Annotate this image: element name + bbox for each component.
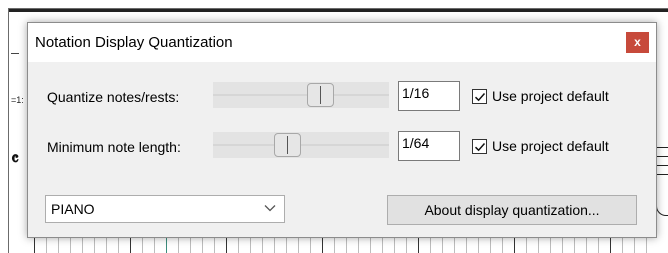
about-display-quantization-button[interactable]: About display quantization... — [387, 195, 637, 225]
minimum-use-default-checkbox[interactable]: Use project default — [472, 136, 609, 156]
screen: =1: 𝄴 Notation Display Quantization x Qu… — [0, 0, 668, 253]
ruler-tick — [154, 238, 155, 253]
quantize-notes-value[interactable]: 1/16 — [398, 81, 460, 111]
ruler-tick — [346, 238, 347, 253]
ruler-tick — [418, 238, 419, 253]
checkbox-label: Use project default — [492, 88, 609, 104]
chevron-down-icon — [264, 205, 276, 212]
close-button[interactable]: x — [626, 32, 649, 53]
ruler-tick — [34, 238, 35, 253]
dialog-titlebar[interactable]: Notation Display Quantization x — [28, 23, 656, 62]
timeline-ruler[interactable] — [30, 237, 650, 253]
slider-thumb[interactable] — [274, 133, 301, 157]
quantize-use-default-checkbox[interactable]: Use project default — [472, 86, 609, 106]
ruler-tick — [634, 238, 635, 253]
ruler-tick — [70, 238, 71, 253]
ruler-tick — [226, 238, 227, 253]
editor-side-text: =1: — [11, 95, 24, 105]
ruler-tick — [190, 238, 191, 253]
quantize-notes-slider[interactable] — [213, 82, 389, 108]
ruler-tick — [622, 238, 623, 253]
quantization-dialog: Notation Display Quantization x Quantize… — [27, 22, 657, 238]
minimum-length-slider[interactable] — [213, 132, 389, 158]
ruler-tick — [298, 238, 299, 253]
editor-top-border — [9, 9, 668, 12]
ruler-tick — [586, 238, 587, 253]
ruler-tick — [274, 238, 275, 253]
slider-track — [213, 94, 389, 96]
ruler-tick — [250, 238, 251, 253]
ruler-tick — [82, 238, 83, 253]
ruler-tick — [334, 238, 335, 253]
ruler-tick — [166, 238, 167, 253]
ruler-tick — [130, 238, 131, 253]
time-signature-glyph: 𝄴 — [11, 149, 20, 169]
ruler-tick — [142, 238, 143, 253]
ruler-tick — [406, 238, 407, 253]
ruler-tick — [490, 238, 491, 253]
dialog-title: Notation Display Quantization — [35, 34, 233, 51]
ruler-tick — [322, 238, 323, 253]
ruler-tick — [514, 238, 515, 253]
checkbox-box[interactable] — [472, 138, 487, 154]
ruler-tick — [58, 238, 59, 253]
ruler-tick — [562, 238, 563, 253]
ruler-tick — [178, 238, 179, 253]
slider-track — [213, 144, 389, 146]
ruler-tick — [394, 238, 395, 253]
minimum-length-label: Minimum note length: — [47, 139, 181, 155]
ruler-tick — [358, 238, 359, 253]
ruler-tick — [382, 238, 383, 253]
minimum-length-value[interactable]: 1/64 — [398, 131, 460, 161]
ruler-tick — [598, 238, 599, 253]
ruler-tick — [118, 238, 119, 253]
ruler-tick — [550, 238, 551, 253]
ruler-tick — [478, 238, 479, 253]
quantize-notes-label: Quantize notes/rests: — [47, 89, 180, 105]
checkbox-label: Use project default — [492, 138, 609, 154]
ruler-tick — [538, 238, 539, 253]
ruler-tick — [646, 238, 647, 253]
editor-left-dash — [11, 39, 19, 54]
ruler-tick — [454, 238, 455, 253]
ruler-tick — [526, 238, 527, 253]
ruler-tick — [238, 238, 239, 253]
ruler-tick — [106, 238, 107, 253]
ruler-tick — [202, 238, 203, 253]
ruler-tick — [286, 238, 287, 253]
checkmark-icon — [474, 142, 486, 151]
checkmark-icon — [474, 92, 486, 101]
ruler-tick — [214, 238, 215, 253]
slider-thumb[interactable] — [307, 83, 334, 107]
preset-dropdown[interactable]: PIANO — [45, 195, 285, 223]
ruler-tick — [46, 238, 47, 253]
ruler-tick — [442, 238, 443, 253]
ruler-tick — [310, 238, 311, 253]
close-icon: x — [634, 35, 641, 49]
ruler-tick — [94, 238, 95, 253]
ruler-tick — [574, 238, 575, 253]
ruler-tick — [370, 238, 371, 253]
ruler-tick — [610, 238, 611, 253]
dropdown-value: PIANO — [51, 201, 95, 217]
ruler-tick — [430, 238, 431, 253]
checkbox-box[interactable] — [472, 88, 487, 104]
staff-curve — [656, 181, 668, 216]
ruler-tick — [466, 238, 467, 253]
ruler-tick — [502, 238, 503, 253]
ruler-tick — [262, 238, 263, 253]
